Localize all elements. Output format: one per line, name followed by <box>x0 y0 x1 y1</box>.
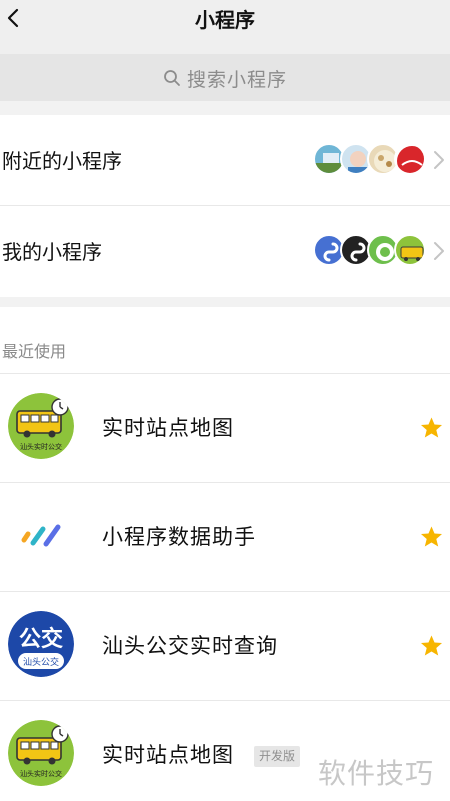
chevron-right-icon <box>434 151 444 169</box>
recent-item-data-assistant[interactable]: 小程序数据助手 <box>0 483 450 592</box>
chevron-right-icon <box>434 242 444 260</box>
data-assistant-app-icon <box>8 502 74 568</box>
my-mini-programs-row[interactable]: 我的小程序 <box>0 206 450 297</box>
app-name: 实时站点地图 <box>102 416 234 440</box>
app-icon-caption: 汕头实时公交 <box>20 442 62 451</box>
shantou-bus-app-icon: 公交 汕头公交 <box>8 611 74 677</box>
recent-item-shantou-bus[interactable]: 公交 汕头公交 汕头公交实时查询 <box>0 592 450 701</box>
nearby-mini-programs-label: 附近的小程序 <box>2 149 122 173</box>
app-name: 汕头公交实时查询 <box>102 634 278 658</box>
search-bar[interactable]: 搜索小程序 <box>0 54 450 101</box>
section-divider <box>0 101 450 115</box>
page-title: 小程序 <box>195 8 255 32</box>
section-divider <box>0 297 450 307</box>
search-icon <box>164 70 180 86</box>
watermark-text: 软件技巧 <box>318 757 435 790</box>
my-app-avatar-4 <box>394 234 426 266</box>
app-icon-caption: 汕头实时公交 <box>20 769 62 778</box>
my-mini-programs-label: 我的小程序 <box>2 240 102 264</box>
search-field[interactable]: 搜索小程序 <box>0 66 450 91</box>
app-name: 小程序数据助手 <box>102 525 256 549</box>
star-icon[interactable] <box>419 525 444 549</box>
app-icon-title: 公交 <box>19 626 63 652</box>
bus-map-app-icon: 汕头实时公交 <box>8 393 74 459</box>
recent-section-label: 最近使用 <box>2 342 67 361</box>
search-placeholder: 搜索小程序 <box>186 68 287 91</box>
app-name: 实时站点地图 <box>102 743 234 767</box>
bus-map-app-icon: 汕头实时公交 <box>8 720 74 786</box>
nearby-app-avatar-4 <box>394 143 426 175</box>
nearby-mini-programs-row[interactable]: 附近的小程序 <box>0 115 450 206</box>
star-icon[interactable] <box>419 634 444 658</box>
recent-item-realtime-map[interactable]: 汕头实时公交 实时站点地图 <box>0 374 450 483</box>
star-icon[interactable] <box>419 416 444 440</box>
nav-bar: 小程序 <box>0 0 450 54</box>
recent-section-header: 最近使用 <box>0 307 450 374</box>
dev-version-badge: 开发版 <box>254 746 301 767</box>
app-icon-caption: 汕头公交 <box>23 656 59 668</box>
